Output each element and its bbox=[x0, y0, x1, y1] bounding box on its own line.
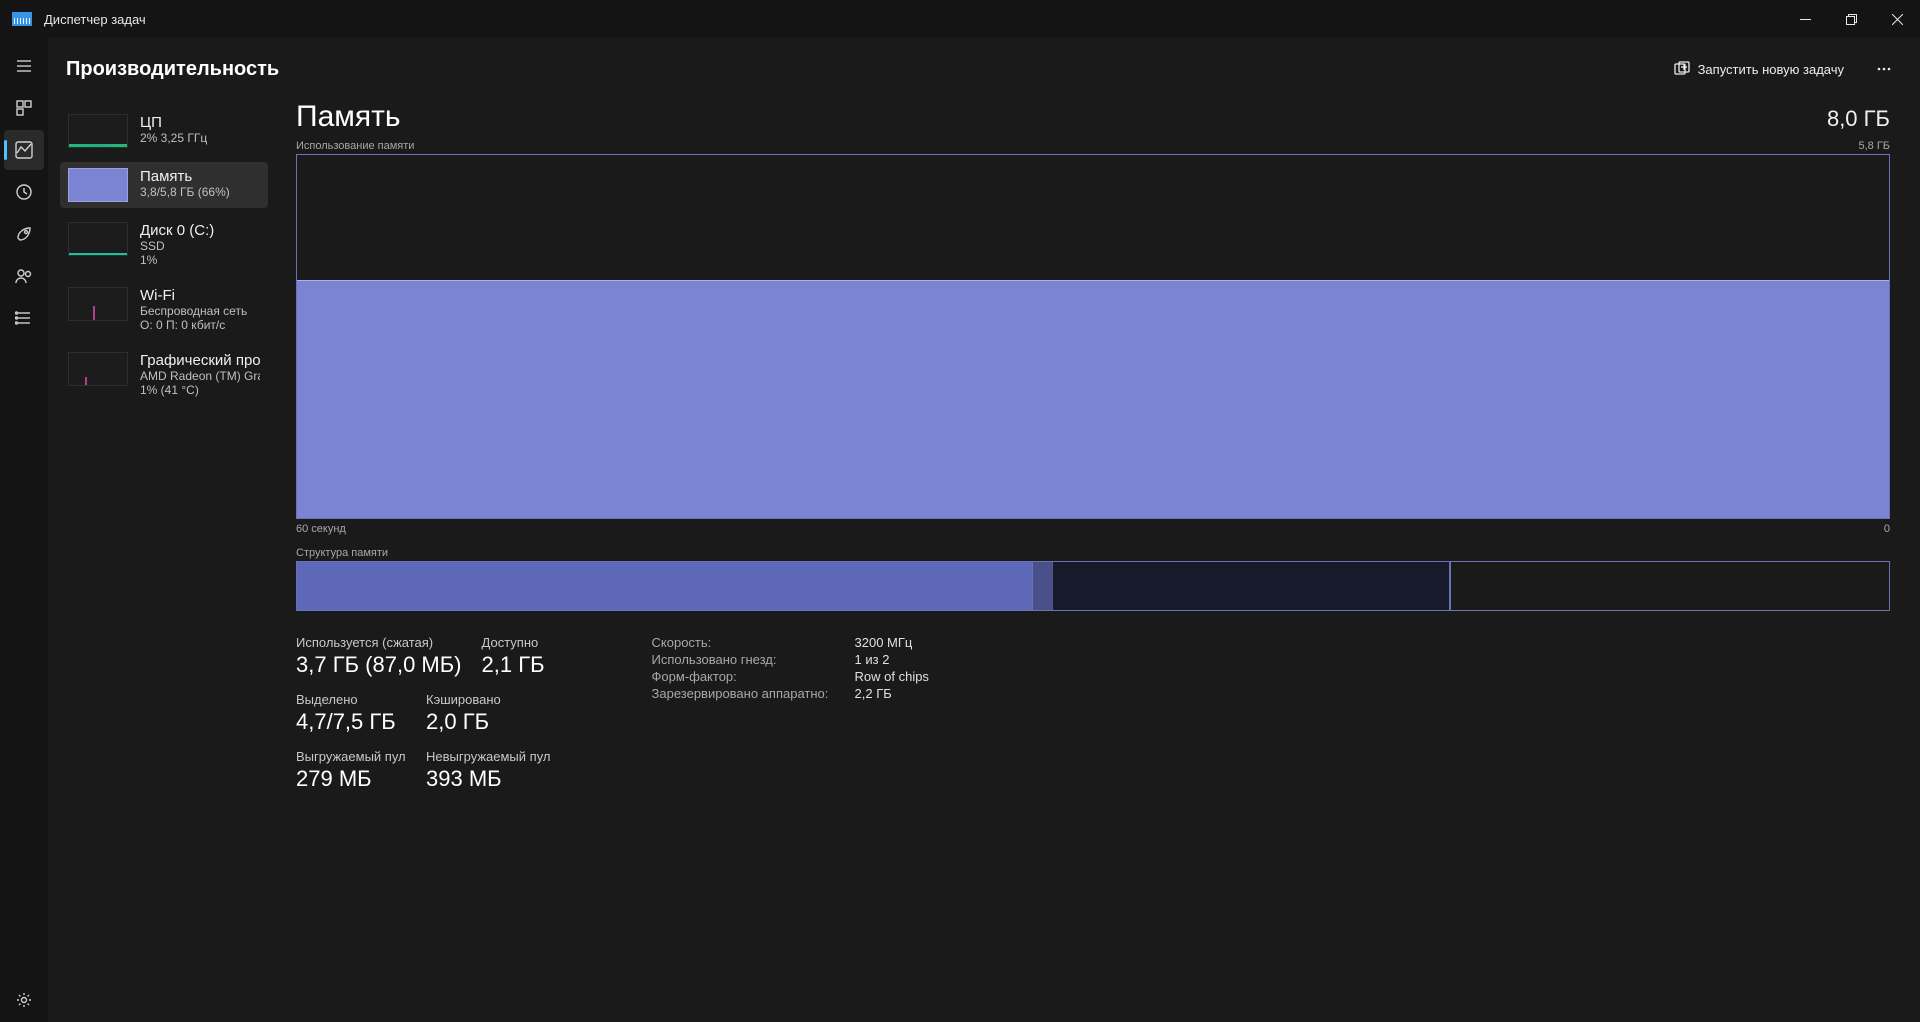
composition-segment bbox=[1033, 562, 1053, 610]
sidebar-item-sub2: О: 0 П: 0 кбит/с bbox=[140, 318, 247, 332]
nav-processes-icon[interactable] bbox=[4, 88, 44, 128]
wifi-thumbnail-icon bbox=[68, 287, 128, 321]
chart-x-left: 60 секунд bbox=[296, 523, 346, 535]
spec-form-val: Row of chips bbox=[855, 669, 929, 684]
maximize-button[interactable] bbox=[1828, 0, 1874, 38]
sidebar-item-title: Wi-Fi bbox=[140, 287, 247, 304]
sidebar-item-memory[interactable]: Память 3,8/5,8 ГБ (66%) bbox=[60, 162, 268, 208]
page-header: Производительность Запустить новую задач… bbox=[48, 38, 1920, 100]
in-use-label: Используется (сжатая) bbox=[296, 635, 462, 650]
page-title: Производительность bbox=[66, 58, 279, 81]
sidebar-item-title: ЦП bbox=[140, 114, 207, 131]
memory-thumbnail-icon bbox=[68, 168, 128, 202]
sidebar-item-cpu[interactable]: ЦП 2% 3,25 ГГц bbox=[60, 108, 268, 154]
spec-slots-key: Использовано гнезд: bbox=[652, 652, 837, 667]
nav-performance-icon[interactable] bbox=[4, 130, 44, 170]
spec-form-key: Форм-фактор: bbox=[652, 669, 837, 684]
nav-details-icon[interactable] bbox=[4, 298, 44, 338]
detail-title: Память bbox=[296, 100, 401, 134]
nonpaged-label: Невыгружаемый пул bbox=[426, 749, 551, 764]
gpu-thumbnail-icon bbox=[68, 352, 128, 386]
sidebar-item-sub2: 1% bbox=[140, 253, 214, 267]
disk-thumbnail-icon bbox=[68, 222, 128, 256]
more-options-button[interactable] bbox=[1866, 51, 1902, 87]
titlebar: Диспетчер задач bbox=[0, 0, 1920, 38]
minimize-button[interactable] bbox=[1782, 0, 1828, 38]
composition-label: Структура памяти bbox=[296, 547, 1890, 559]
sidebar-item-sub: AMD Radeon (TM) Grap bbox=[140, 369, 260, 383]
sidebar-item-sub: 2% 3,25 ГГц bbox=[140, 131, 207, 145]
app-icon bbox=[12, 12, 32, 26]
usage-chart-label: Использование памяти bbox=[296, 140, 414, 152]
run-new-task-button[interactable]: Запустить новую задачу bbox=[1664, 55, 1854, 83]
memory-usage-chart bbox=[296, 154, 1890, 519]
paged-value: 279 МБ bbox=[296, 766, 406, 792]
nav-history-icon[interactable] bbox=[4, 172, 44, 212]
composition-segment bbox=[1451, 562, 1889, 610]
window-controls bbox=[1782, 0, 1920, 38]
nav-menu-button[interactable] bbox=[4, 46, 44, 86]
usage-chart-max: 5,8 ГБ bbox=[1858, 140, 1890, 152]
sidebar-item-gpu[interactable]: Графический про AMD Radeon (TM) Grap 1% … bbox=[60, 346, 268, 403]
in-use-value: 3,7 ГБ (87,0 МБ) bbox=[296, 652, 462, 678]
sidebar-item-sub2: 1% (41 °C) bbox=[140, 383, 260, 397]
close-button[interactable] bbox=[1874, 0, 1920, 38]
spec-speed-key: Скорость: bbox=[652, 635, 837, 650]
run-task-icon bbox=[1674, 61, 1690, 77]
performance-sidebar: ЦП 2% 3,25 ГГц Память 3,8/5,8 ГБ (66%) Д… bbox=[48, 100, 268, 1022]
sidebar-item-disk[interactable]: Диск 0 (C:) SSD 1% bbox=[60, 216, 268, 273]
cached-label: Кэшировано bbox=[426, 692, 536, 707]
memory-chart-fill bbox=[297, 280, 1889, 518]
spec-slots-val: 1 из 2 bbox=[855, 652, 890, 667]
titlebar-text: Диспетчер задач bbox=[44, 12, 146, 27]
sidebar-item-sub: 3,8/5,8 ГБ (66%) bbox=[140, 185, 230, 199]
nav-settings-icon[interactable] bbox=[4, 980, 44, 1020]
detail-panel: Память 8,0 ГБ Использование памяти 5,8 Г… bbox=[268, 100, 1920, 1022]
nav-users-icon[interactable] bbox=[4, 256, 44, 296]
spec-hw-val: 2,2 ГБ bbox=[855, 686, 892, 701]
run-new-task-label: Запустить новую задачу bbox=[1698, 62, 1844, 77]
nav-rail bbox=[0, 38, 48, 1022]
memory-composition-bar bbox=[296, 561, 1890, 611]
nav-startup-icon[interactable] bbox=[4, 214, 44, 254]
sidebar-item-sub: Беспроводная сеть bbox=[140, 304, 247, 318]
committed-label: Выделено bbox=[296, 692, 406, 707]
sidebar-item-title: Графический про bbox=[140, 352, 260, 369]
composition-segment bbox=[1053, 562, 1451, 610]
chart-x-right: 0 bbox=[1884, 523, 1890, 535]
spec-table: Скорость: 3200 МГц Использовано гнезд: 1 и… bbox=[652, 635, 929, 792]
sidebar-item-title: Память bbox=[140, 168, 230, 185]
sidebar-item-sub: SSD bbox=[140, 239, 214, 253]
available-value: 2,1 ГБ bbox=[482, 652, 592, 678]
spec-hw-key: Зарезервировано аппаратно: bbox=[652, 686, 837, 701]
cpu-thumbnail-icon bbox=[68, 114, 128, 148]
sidebar-item-title: Диск 0 (C:) bbox=[140, 222, 214, 239]
available-label: Доступно bbox=[482, 635, 592, 650]
committed-value: 4,7/7,5 ГБ bbox=[296, 709, 406, 735]
spec-speed-val: 3200 МГц bbox=[855, 635, 913, 650]
detail-total: 8,0 ГБ bbox=[1827, 106, 1890, 132]
composition-segment bbox=[297, 562, 1033, 610]
paged-label: Выгружаемый пул bbox=[296, 749, 406, 764]
nonpaged-value: 393 МБ bbox=[426, 766, 551, 792]
cached-value: 2,0 ГБ bbox=[426, 709, 536, 735]
sidebar-item-wifi[interactable]: Wi-Fi Беспроводная сеть О: 0 П: 0 кбит/с bbox=[60, 281, 268, 338]
